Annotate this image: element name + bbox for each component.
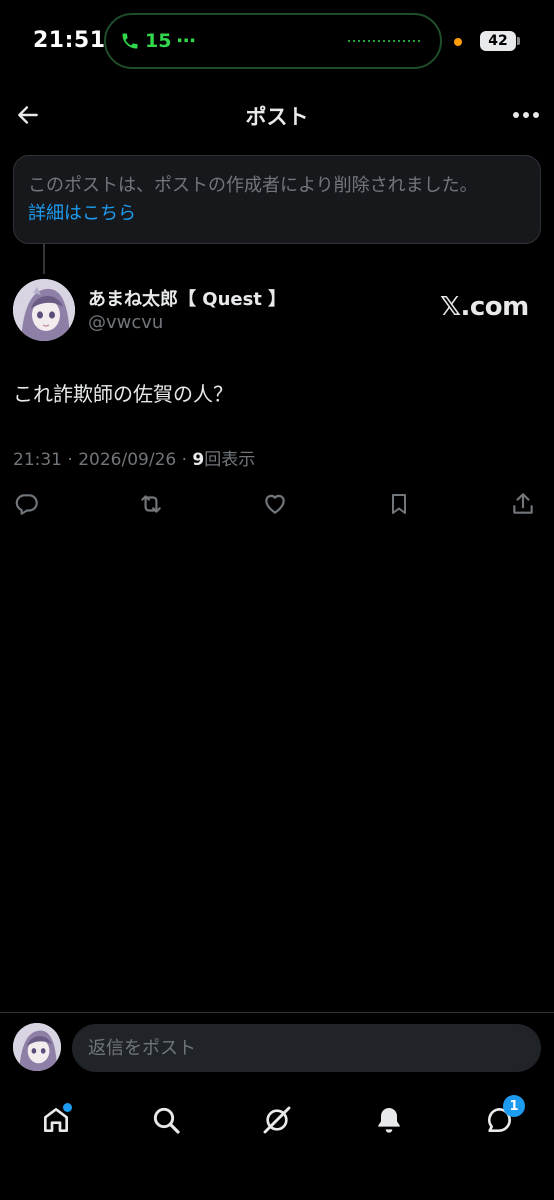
x-com-logo: 𝕏.com bbox=[440, 292, 529, 322]
reply-avatar bbox=[13, 1023, 61, 1071]
nav-search[interactable] bbox=[146, 1100, 186, 1140]
search-icon bbox=[153, 1107, 180, 1134]
call-duration: 15 bbox=[145, 30, 172, 52]
author-handle[interactable]: @vwcvu bbox=[88, 312, 163, 333]
nav-messages[interactable]: 1 bbox=[479, 1095, 525, 1140]
meta-separator: · bbox=[67, 450, 79, 470]
author-name[interactable]: あまね太郎【 Quest 】 bbox=[88, 285, 286, 311]
page-title: ポスト bbox=[245, 105, 309, 129]
post-date: 2026/09/26 bbox=[78, 450, 177, 470]
notifications-icon bbox=[378, 1108, 400, 1133]
meta-separator: · bbox=[181, 450, 193, 470]
more-icon bbox=[513, 112, 539, 118]
repost-button[interactable] bbox=[136, 489, 166, 519]
avatar-image bbox=[13, 279, 75, 341]
bookmark-icon bbox=[392, 494, 406, 514]
home-indicator bbox=[142, 1180, 412, 1186]
learn-more-link[interactable]: 詳細はこちら bbox=[28, 200, 526, 228]
post-meta: 21:31 · 2026/09/26 · 9回表示 bbox=[13, 445, 255, 470]
deleted-notice-text: このポストは、ポストの作成者により削除されました。 bbox=[28, 175, 478, 196]
avatar-image bbox=[13, 1023, 61, 1071]
messages-badge: 1 bbox=[503, 1095, 525, 1117]
share-button[interactable] bbox=[508, 489, 538, 519]
battery-level: 42 bbox=[488, 33, 508, 49]
reply-icon bbox=[15, 494, 38, 515]
thread-line bbox=[43, 244, 45, 274]
post-text: これ詐欺師の佐賀の人？ bbox=[13, 382, 233, 406]
repost-icon bbox=[141, 495, 161, 513]
reply-input[interactable] bbox=[72, 1024, 541, 1072]
post-action-bar bbox=[0, 484, 554, 524]
deleted-post-notice: このポストは、ポストの作成者により削除されました。 詳細はこちら bbox=[13, 155, 541, 244]
phone-icon bbox=[122, 33, 138, 49]
header: ポスト bbox=[0, 90, 554, 140]
waveform-icon bbox=[348, 40, 420, 42]
avatar[interactable] bbox=[13, 279, 75, 341]
dynamic-island[interactable]: 15 ⋯ bbox=[104, 13, 442, 69]
view-count[interactable]: 9 bbox=[192, 450, 204, 470]
view-label: 回表示 bbox=[204, 450, 256, 470]
like-icon bbox=[265, 494, 285, 514]
nav-grok[interactable] bbox=[257, 1100, 297, 1140]
battery-icon: 42 bbox=[480, 31, 520, 51]
call-indicator: 15 ⋯ bbox=[120, 30, 195, 52]
reply-divider bbox=[0, 1012, 554, 1013]
status-time: 21:51 bbox=[33, 28, 106, 53]
like-button[interactable] bbox=[260, 489, 290, 519]
mic-indicator-dot bbox=[454, 38, 462, 46]
nav-notifications[interactable] bbox=[369, 1100, 409, 1140]
home-dot-badge bbox=[63, 1103, 72, 1112]
share-icon bbox=[513, 493, 533, 514]
nav-home[interactable] bbox=[36, 1100, 76, 1140]
status-bar: 21:51 15 ⋯ 42 bbox=[0, 0, 554, 82]
bottom-nav: 1 bbox=[0, 1092, 554, 1152]
bookmark-button[interactable] bbox=[384, 489, 414, 519]
call-dots: ⋯ bbox=[176, 30, 196, 52]
more-button[interactable] bbox=[510, 100, 542, 130]
grok-icon bbox=[263, 1106, 291, 1134]
reply-button[interactable] bbox=[12, 489, 42, 519]
post-time: 21:31 bbox=[13, 450, 62, 470]
